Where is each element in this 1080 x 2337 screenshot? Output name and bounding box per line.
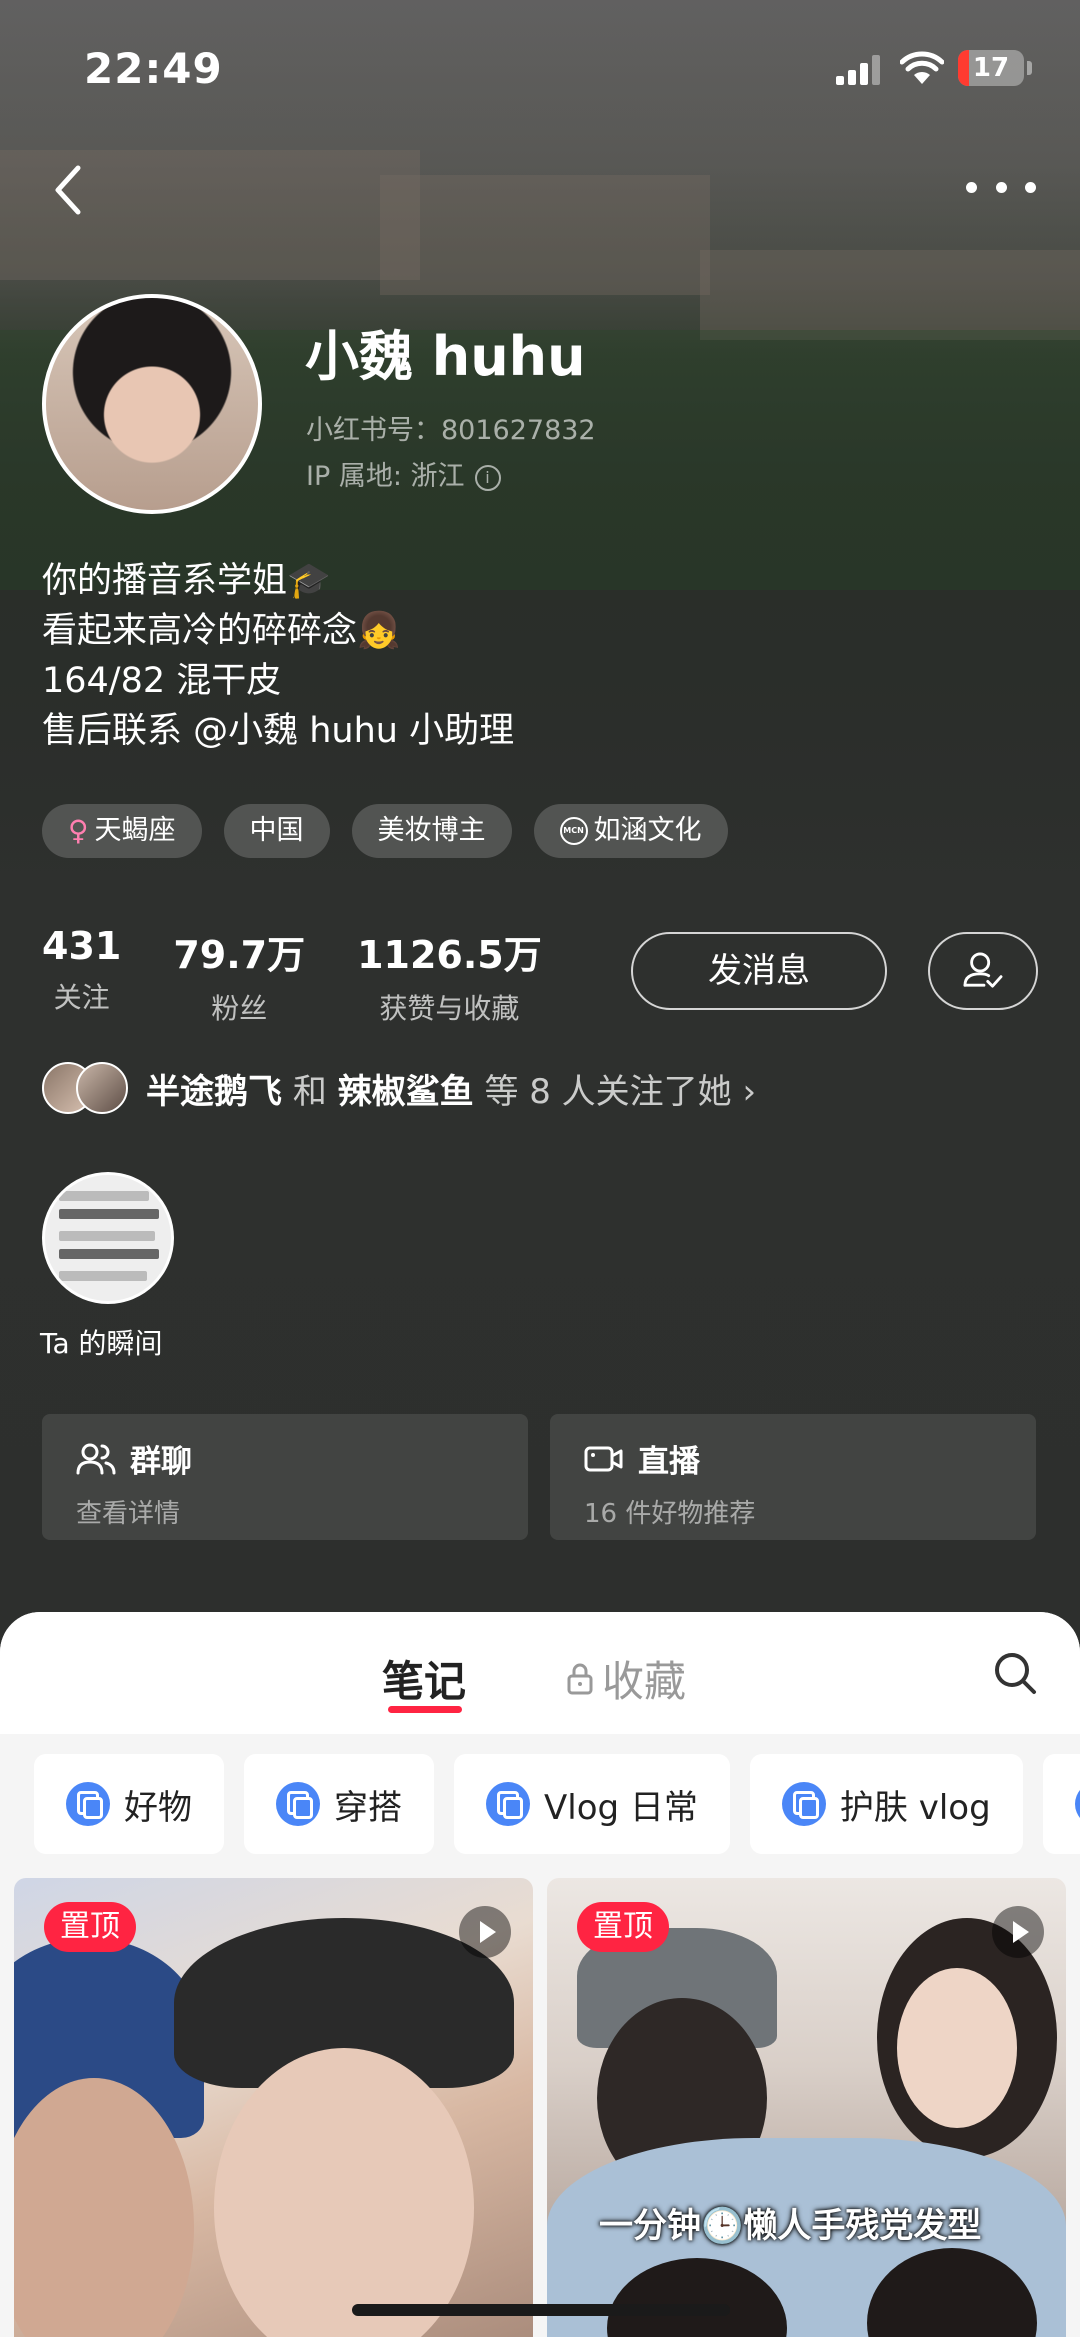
tag-label: 中国	[249, 815, 304, 846]
pinned-badge: 置顶	[577, 1902, 669, 1952]
tag-mcn[interactable]: MCN 如涵文化	[533, 804, 728, 858]
cellular-signal-icon	[836, 55, 882, 85]
chip-label: 好物	[124, 1787, 192, 1828]
video-play-icon	[992, 1906, 1044, 1958]
mutual-rest: 等 8 人关注了她	[484, 1071, 732, 1112]
ip-location: IP 属地: 浙江 i	[306, 454, 501, 493]
card-title: 群聊	[130, 1444, 192, 1480]
tag-label: 如涵文化	[593, 815, 702, 846]
group-chat-card[interactable]: 群聊 查看详情	[42, 1414, 528, 1540]
tag-region[interactable]: 中国	[223, 804, 330, 858]
bio-line: 你的播音系学姐🎓	[42, 561, 331, 601]
collection-icon	[1074, 1782, 1080, 1826]
battery-cap	[1027, 61, 1032, 75]
chip-collection[interactable]: 好物	[34, 1754, 224, 1854]
chip-collection[interactable]: 穿搭	[244, 1754, 434, 1854]
chip-collection[interactable]: 护肤 vlog	[749, 1754, 1023, 1854]
ip-location-text: IP 属地: 浙江	[306, 461, 465, 492]
mcn-icon: MCN	[559, 817, 588, 845]
status-bar: 22:49 17	[0, 0, 1080, 135]
tab-notes[interactable]: 笔记	[382, 1648, 466, 1709]
stat-value: 1126.5万	[357, 933, 542, 977]
post-image-region	[214, 2048, 474, 2337]
group-icon	[76, 1443, 116, 1474]
chevron-right-icon: ›	[742, 1071, 757, 1112]
bio-line[interactable]: 售后联系 @小魏 huhu 小助理	[42, 706, 514, 756]
tab-favorites[interactable]: 收藏	[566, 1648, 686, 1709]
back-arrow-icon[interactable]	[44, 158, 94, 222]
collection-icon	[781, 1782, 826, 1826]
profile-tags: ♀ 天蝎座 中国 美妆博主 MCN 如涵文化	[42, 804, 728, 858]
collection-icon	[486, 1782, 530, 1826]
chip-label: 护肤 vlog	[839, 1787, 991, 1828]
live-icon	[584, 1446, 623, 1471]
moment-label: Ta 的瞬间	[40, 1327, 163, 1360]
content-tabs: 笔记 收藏	[0, 1612, 1080, 1734]
tag-constellation[interactable]: ♀ 天蝎座	[42, 804, 202, 858]
xiaohongshu-id[interactable]: 小红书号：801627832	[306, 408, 596, 447]
battery-level: 17	[972, 53, 1010, 83]
note-card[interactable]: 置顶 一分钟🕒懒人手残党发型	[547, 1878, 1066, 2337]
stat-likes-favorites[interactable]: 1126.5万 获赞与收藏	[357, 924, 542, 1027]
note-card[interactable]: 置顶	[14, 1878, 533, 2337]
tag-label: 天蝎座	[94, 815, 176, 846]
mutual-followers[interactable]: 半途鹅飞 和 辣椒鲨鱼 等 8 人关注了她 ›	[42, 1058, 756, 1118]
info-icon[interactable]: i	[474, 465, 501, 491]
mutual-name: 半途鹅飞	[146, 1071, 282, 1112]
feature-cards: 群聊 查看详情 直播 16 件好物推荐	[42, 1414, 1036, 1540]
battery-icon: 17	[958, 50, 1024, 86]
stat-value: 431	[42, 924, 122, 968]
send-message-button[interactable]: 发消息	[631, 932, 887, 1010]
stat-following[interactable]: 431 关注	[42, 924, 121, 1027]
top-nav	[0, 150, 1080, 230]
search-icon[interactable]	[992, 1650, 1038, 1696]
tag-category[interactable]: 美妆博主	[351, 804, 512, 858]
collection-icon	[276, 1782, 320, 1826]
card-subtitle: 16 件好物推荐	[584, 1499, 756, 1529]
stat-followers[interactable]: 79.7万 粉丝	[173, 924, 305, 1027]
avatar[interactable]	[42, 294, 262, 514]
home-indicator[interactable]	[352, 2304, 730, 2316]
chip-label: Vlog 日常	[544, 1787, 698, 1828]
bio-line: 164/82 混干皮	[42, 661, 282, 701]
stat-label: 获赞与收藏	[379, 992, 520, 1025]
moment-thumbnail[interactable]	[42, 1172, 174, 1304]
card-title: 直播	[638, 1444, 700, 1480]
profile-stats: 431 关注 79.7万 粉丝 1126.5万 获赞与收藏	[42, 924, 594, 1027]
bio-line: 看起来高冷的碎碎念👧	[42, 611, 401, 651]
content-sheet: 笔记 收藏 好物 穿搭 Vlog 日常 护肤 vlog 置顶 置顶 一分钟🕒懒人…	[0, 1612, 1080, 2337]
profile-bio: 你的播音系学姐🎓 看起来高冷的碎碎念👧 164/82 混干皮 售后联系 @小魏 …	[42, 556, 514, 756]
mutual-avatar	[76, 1062, 128, 1114]
mutual-followers-text: 半途鹅飞 和 辣椒鲨鱼 等 8 人关注了她 ›	[146, 1064, 756, 1113]
video-play-icon	[459, 1906, 511, 1958]
stat-label: 关注	[53, 981, 110, 1014]
female-icon: ♀	[68, 814, 89, 847]
mutual-name: 辣椒鲨鱼	[337, 1071, 474, 1112]
chip-collection[interactable]	[1042, 1754, 1080, 1854]
notes-feed: 置顶 置顶 一分钟🕒懒人手残党发型	[14, 1878, 1066, 2337]
chip-label: 穿搭	[334, 1787, 402, 1828]
collection-icon	[66, 1782, 110, 1826]
chip-collection[interactable]: Vlog 日常	[454, 1754, 730, 1854]
lock-icon	[567, 1663, 593, 1694]
stat-value: 79.7万	[173, 933, 306, 977]
status-time: 22:49	[84, 44, 223, 93]
pinned-badge: 置顶	[44, 1902, 136, 1952]
card-subtitle: 查看详情	[76, 1499, 181, 1529]
profile-nickname: 小魏 huhu	[305, 325, 586, 388]
tab-label: 收藏	[602, 1657, 687, 1706]
stat-label: 粉丝	[211, 992, 268, 1025]
active-tab-indicator	[388, 1706, 462, 1713]
live-card[interactable]: 直播 16 件好物推荐	[550, 1414, 1036, 1540]
collection-chips: 好物 穿搭 Vlog 日常 护肤 vlog	[34, 1754, 1080, 1854]
post-image-region	[897, 1968, 1017, 2128]
user-check-icon	[963, 952, 1003, 988]
post-caption: 一分钟🕒懒人手残党发型	[599, 2206, 982, 2246]
wifi-icon	[900, 51, 944, 84]
tag-label: 美妆博主	[377, 815, 486, 846]
more-options-icon[interactable]	[966, 172, 1036, 202]
following-status-button[interactable]	[928, 932, 1038, 1010]
mutual-and: 和	[292, 1071, 327, 1112]
